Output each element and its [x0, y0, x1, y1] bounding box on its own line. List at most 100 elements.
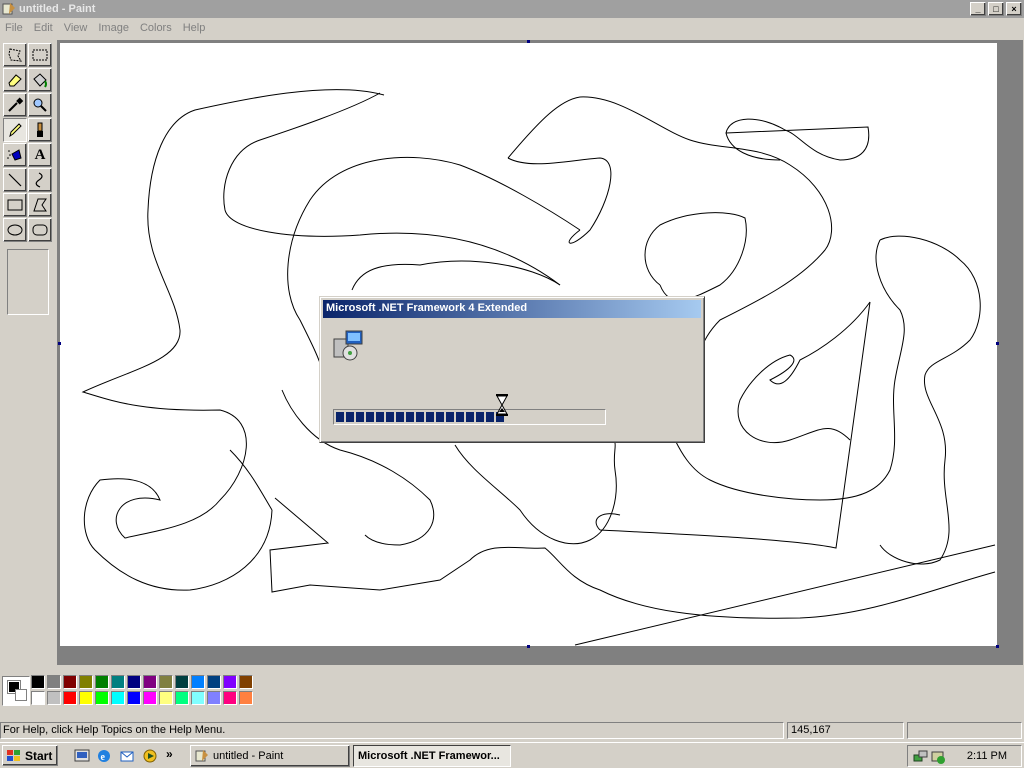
toolbox: A — [0, 40, 56, 660]
color-swatch[interactable] — [207, 675, 221, 689]
color-swatch[interactable] — [31, 675, 45, 689]
color-swatch[interactable] — [223, 675, 237, 689]
task-paint-label: untitled - Paint — [213, 750, 284, 762]
color-swatch[interactable] — [47, 675, 61, 689]
title-bar[interactable]: untitled - Paint _ □ × — [0, 0, 1024, 18]
installer-tray-icon[interactable] — [930, 749, 946, 765]
menu-help[interactable]: Help — [178, 22, 212, 34]
restore-button[interactable]: □ — [988, 2, 1004, 16]
installer-dialog[interactable]: Microsoft .NET Framework 4 Extended — [319, 296, 705, 443]
task-dotnet-installer[interactable]: Microsoft .NET Framewor... — [353, 745, 511, 767]
polygon-icon — [33, 198, 47, 212]
resize-handle-right[interactable] — [996, 342, 999, 345]
paint-app-icon — [2, 3, 15, 15]
resize-handle-left[interactable] — [58, 342, 61, 345]
resize-handle-corner[interactable] — [996, 645, 999, 648]
internet-explorer-icon[interactable]: e — [96, 748, 112, 764]
tool-pick-color[interactable] — [3, 93, 27, 117]
task-dotnet-label: Microsoft .NET Framewor... — [358, 750, 500, 762]
color-swatch[interactable] — [239, 691, 253, 705]
line-icon — [8, 173, 22, 187]
windows-media-icon[interactable] — [142, 748, 158, 764]
progress-fill — [336, 412, 506, 422]
tool-rounded-rectangle[interactable] — [28, 218, 52, 242]
tool-rectangle[interactable] — [3, 193, 27, 217]
tool-pencil[interactable] — [3, 118, 27, 142]
close-button[interactable]: × — [1006, 2, 1022, 16]
color-swatch[interactable] — [143, 691, 157, 705]
pencil-icon — [9, 123, 22, 138]
ellipse-icon — [7, 224, 23, 236]
color-swatch[interactable] — [143, 675, 157, 689]
show-desktop-icon[interactable] — [74, 748, 90, 764]
network-icon[interactable] — [913, 749, 929, 765]
curve-icon — [35, 172, 43, 188]
menu-view[interactable]: View — [59, 22, 94, 34]
tool-fill[interactable] — [28, 68, 52, 92]
start-button[interactable]: Start — [2, 745, 58, 766]
resize-handle-bottom[interactable] — [527, 645, 530, 648]
color-swatch[interactable] — [159, 691, 173, 705]
task-paint[interactable]: untitled - Paint — [190, 745, 350, 767]
select-icon — [32, 49, 48, 61]
color-swatch[interactable] — [79, 691, 93, 705]
color-swatch[interactable] — [63, 675, 77, 689]
menu-edit[interactable]: Edit — [29, 22, 59, 34]
tool-magnifier[interactable] — [28, 93, 52, 117]
tool-free-form-select[interactable] — [3, 43, 27, 67]
color-swatch[interactable] — [159, 675, 173, 689]
tool-brush[interactable] — [28, 118, 52, 142]
brush-icon — [37, 122, 43, 137]
status-coordinates: 145,167 — [787, 722, 904, 739]
color-swatch[interactable] — [63, 691, 77, 705]
rounded-rectangle-icon — [32, 224, 48, 236]
background-color[interactable] — [15, 689, 27, 701]
tool-airbrush[interactable] — [3, 143, 27, 167]
tool-polygon[interactable] — [28, 193, 52, 217]
color-swatch[interactable] — [191, 675, 205, 689]
menu-colors[interactable]: Colors — [135, 22, 178, 34]
tool-eraser[interactable] — [3, 68, 27, 92]
free-select-icon — [8, 48, 22, 62]
quick-launch-more[interactable]: » — [166, 747, 173, 761]
color-swatch[interactable] — [31, 691, 45, 705]
outlook-express-icon[interactable] — [119, 748, 135, 764]
windows-logo-icon — [7, 749, 20, 761]
color-swatch[interactable] — [239, 675, 253, 689]
hourglass-cursor-icon — [496, 394, 508, 416]
system-tray: 2:11 PM — [907, 745, 1022, 767]
dialog-title[interactable]: Microsoft .NET Framework 4 Extended — [323, 300, 701, 318]
color-swatch[interactable] — [111, 691, 125, 705]
color-swatch[interactable] — [111, 675, 125, 689]
color-swatch[interactable] — [127, 691, 141, 705]
clock: 2:11 PM — [966, 750, 1007, 762]
tool-text[interactable]: A — [28, 143, 52, 167]
color-swatch[interactable] — [95, 691, 109, 705]
tool-curve[interactable] — [28, 168, 52, 192]
menu-image[interactable]: Image — [93, 22, 135, 34]
color-swatch[interactable] — [95, 675, 109, 689]
color-swatch[interactable] — [191, 691, 205, 705]
tool-line[interactable] — [3, 168, 27, 192]
color-swatch[interactable] — [175, 675, 189, 689]
menu-file[interactable]: File — [0, 22, 29, 34]
minimize-button[interactable]: _ — [970, 2, 986, 16]
color-swatch[interactable] — [223, 691, 237, 705]
status-size — [907, 722, 1022, 739]
rectangle-icon — [7, 199, 23, 211]
color-swatch[interactable] — [207, 691, 221, 705]
tool-rectangle-select[interactable] — [28, 43, 52, 67]
paint-app-icon — [195, 750, 208, 762]
color-swatch[interactable] — [79, 675, 93, 689]
tool-ellipse[interactable] — [3, 218, 27, 242]
taskbar: Start e » untitled - Paint Microsoft .NE… — [0, 742, 1024, 768]
airbrush-icon — [7, 149, 22, 161]
current-colors[interactable] — [2, 676, 30, 706]
color-swatch[interactable] — [127, 675, 141, 689]
color-swatch[interactable] — [175, 691, 189, 705]
color-swatch[interactable] — [47, 691, 61, 705]
tool-options-panel[interactable] — [7, 249, 49, 315]
window-title: untitled - Paint — [19, 3, 96, 15]
resize-handle-top[interactable] — [527, 40, 530, 43]
status-bar: For Help, click Help Topics on the Help … — [0, 720, 1024, 740]
